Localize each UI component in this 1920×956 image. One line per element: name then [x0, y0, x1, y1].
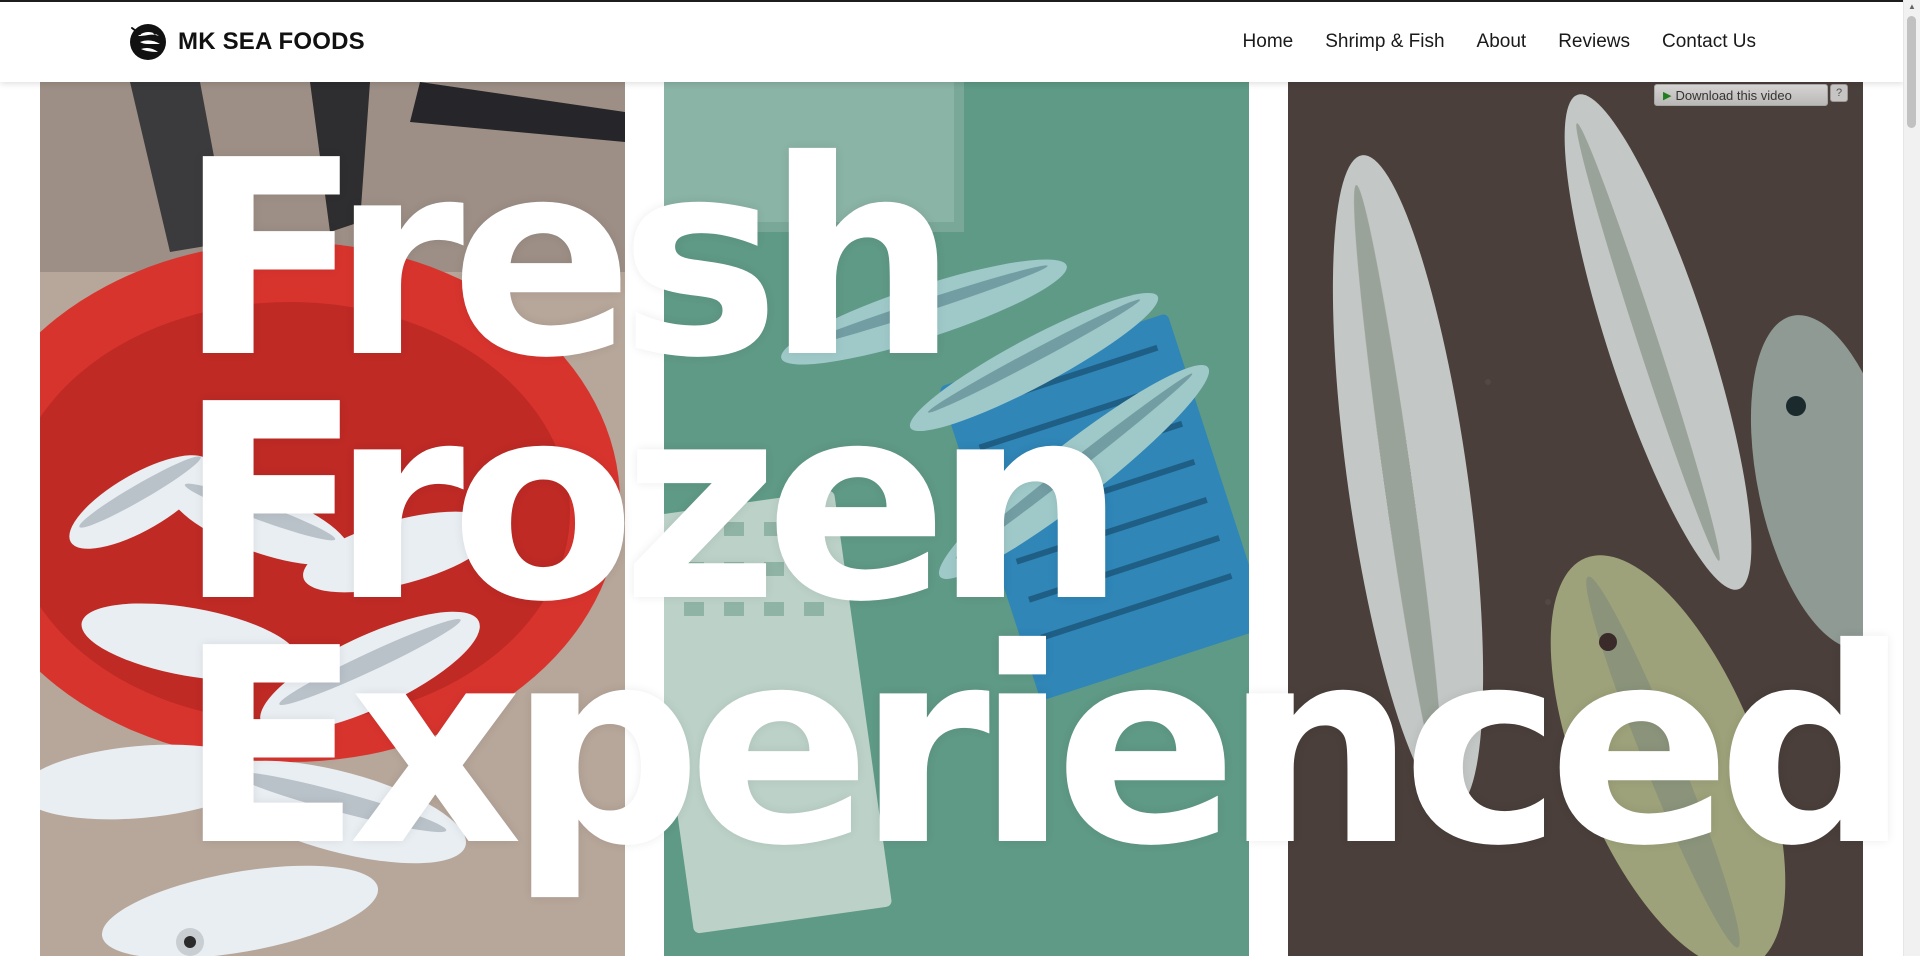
nav-reviews[interactable]: Reviews: [1558, 31, 1630, 53]
hero-headline: Fresh Frozen Experienced: [178, 125, 1904, 905]
scrollbar-thumb[interactable]: [1907, 16, 1916, 128]
download-close-button[interactable]: X: [1848, 84, 1864, 100]
download-video-button[interactable]: ▶ Download this video: [1654, 84, 1828, 106]
hero-line-experienced: Experienced: [178, 590, 1904, 905]
download-video-label: Download this video: [1675, 87, 1792, 103]
download-help-button[interactable]: ?: [1830, 84, 1848, 102]
page-scrollbar[interactable]: ▲: [1903, 0, 1920, 956]
main-nav: Home Shrimp & Fish About Reviews Contact…: [1211, 2, 1756, 82]
site-header: MK SEA FOODS Home Shrimp & Fish About Re…: [0, 2, 1904, 82]
shrimp-logo-icon: [130, 24, 166, 60]
nav-home[interactable]: Home: [1243, 31, 1294, 53]
nav-contact-us[interactable]: Contact Us: [1662, 31, 1756, 53]
brand-name: MK SEA FOODS: [178, 28, 365, 55]
scroll-up-arrow-icon[interactable]: ▲: [1904, 0, 1920, 14]
brand-logo[interactable]: MK SEA FOODS: [128, 22, 365, 62]
nav-shrimp-fish[interactable]: Shrimp & Fish: [1325, 31, 1444, 53]
play-icon: ▶: [1663, 89, 1672, 102]
nav-about[interactable]: About: [1477, 31, 1527, 53]
hero-section: Fresh Frozen Experienced: [0, 82, 1904, 956]
